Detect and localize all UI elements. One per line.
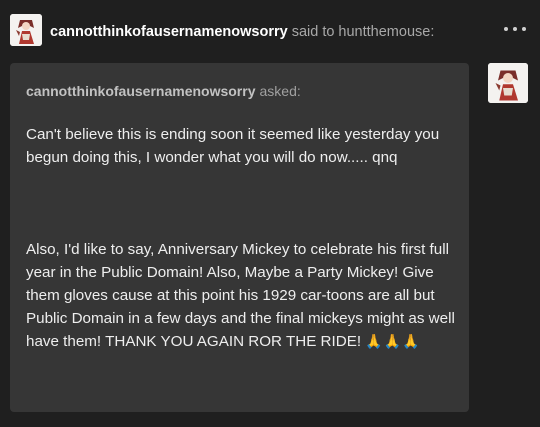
ask-paragraph-1: Can't believe this is ending soon it see…	[26, 126, 440, 166]
ask-paragraph-2: Also, I'd like to say, Anniversary Micke…	[26, 238, 456, 353]
sender-username[interactable]: cannotthinkofausernamenowsorry	[50, 24, 288, 40]
more-horizontal-icon[interactable]	[504, 19, 526, 39]
ask-body: Can't believe this is ending soon it see…	[26, 123, 456, 353]
more-dot	[504, 27, 508, 31]
asked-label: asked:	[259, 83, 301, 99]
more-dot	[513, 27, 517, 31]
more-dot	[522, 27, 526, 31]
recipient-username[interactable]: huntthemouse:	[338, 24, 434, 40]
avatar-image	[10, 14, 42, 46]
asker-username[interactable]: cannotthinkofausernamenowsorry	[26, 83, 256, 99]
ask-card: cannotthinkofausernamenowsorry asked: Can…	[10, 63, 469, 412]
post-header: cannotthinkofausernamenowsorry said to h…	[50, 22, 520, 42]
avatar-image	[488, 63, 528, 103]
praying-hands-emoji: 🙏🙏🙏	[365, 333, 421, 349]
sender-avatar[interactable]	[10, 14, 42, 46]
said-to-text: said to	[291, 24, 335, 40]
asker-avatar[interactable]	[488, 63, 528, 103]
ask-header: cannotthinkofausernamenowsorry asked:	[26, 83, 301, 99]
